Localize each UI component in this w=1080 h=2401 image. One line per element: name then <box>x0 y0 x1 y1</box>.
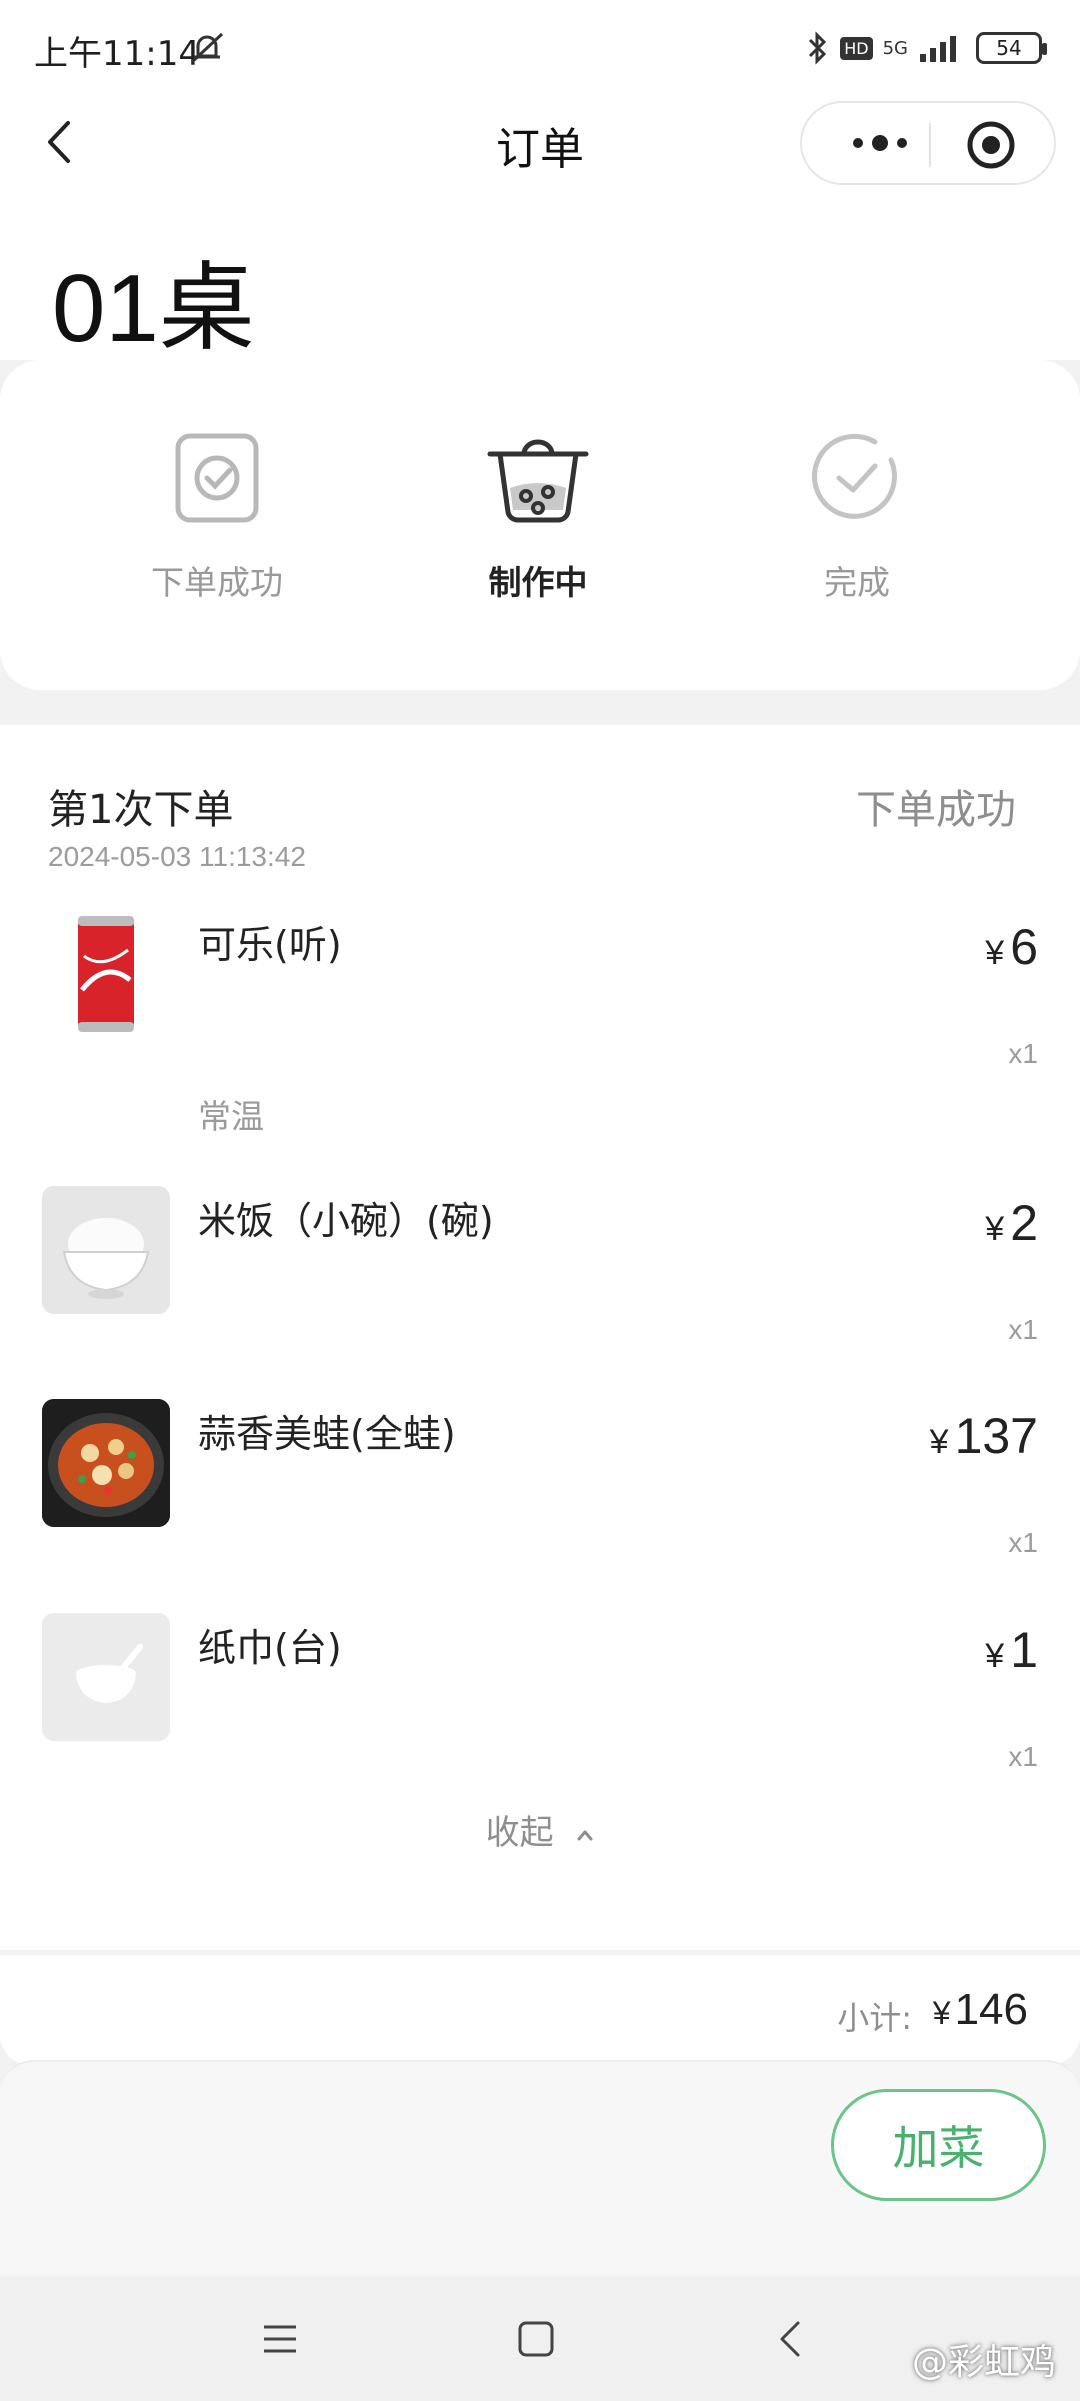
back-icon[interactable] <box>768 2315 816 2363</box>
item-quantity: x1 <box>1008 1527 1038 1558</box>
item-quantity: x1 <box>1008 1741 1038 1772</box>
item-quantity: x1 <box>1008 1314 1038 1345</box>
order-round-title: 第1次下单 <box>48 787 234 833</box>
item-price: ¥1 <box>985 1621 1038 1679</box>
bluetooth-icon <box>809 31 827 65</box>
item-price-value: 137 <box>954 1408 1038 1464</box>
subtotal-amount: ¥146 <box>933 1985 1028 2035</box>
garlic-frog-dish-image <box>42 1399 170 1527</box>
collapse-label: 收起 <box>485 1813 554 1853</box>
currency-symbol: ¥ <box>985 1637 1005 1675</box>
order-item[interactable]: 可乐(听) ¥6 x1 常温 <box>0 910 1080 1136</box>
order-check-icon <box>175 433 259 523</box>
complete-check-icon <box>812 433 897 519</box>
more-dots-icon[interactable] <box>838 121 922 165</box>
item-name: 可乐(听) <box>198 923 342 967</box>
mini-program-capsule <box>800 101 1056 185</box>
add-dish-button[interactable]: 加菜 <box>831 2089 1046 2201</box>
rice-bowl-image <box>42 1186 170 1314</box>
subtotal-label: 小计: <box>837 1999 912 2037</box>
status-icons: HD 5G 54 <box>806 28 1047 68</box>
item-price: ¥6 <box>985 918 1038 976</box>
step-complete-label: 完成 <box>824 563 890 602</box>
currency-symbol: ¥ <box>929 1423 949 1461</box>
table-name: 01桌 <box>52 255 255 362</box>
step-complete: 完成 <box>737 430 977 604</box>
subtotal-row: 小计: ¥146 <box>0 1955 1080 2065</box>
step-cooking-label: 制作中 <box>488 563 588 602</box>
hd-badge: HD <box>840 36 873 60</box>
step-ordered-label: 下单成功 <box>151 563 283 602</box>
item-price-value: 1 <box>1010 1622 1038 1678</box>
order-detail-card: 第1次下单 下单成功 2024-05-03 11:13:42 可乐(听) ¥6 … <box>0 725 1080 1950</box>
placeholder-dish-icon <box>42 1613 170 1741</box>
step-cooking: 制作中 <box>418 430 658 604</box>
currency-symbol: ¥ <box>985 1210 1005 1248</box>
signal-icon <box>920 36 956 62</box>
battery-level: 54 <box>996 36 1022 60</box>
bottom-action-bar: 加菜 <box>0 2060 1080 2275</box>
order-item[interactable]: 纸巾(台) ¥1 x1 <box>0 1613 1080 1803</box>
item-name: 蒜香美蛙(全蛙) <box>198 1412 456 1456</box>
cooking-pot-icon <box>487 439 589 523</box>
step-ordered: 下单成功 <box>97 430 337 604</box>
item-price-value: 2 <box>1010 1195 1038 1251</box>
item-price: ¥137 <box>930 1407 1038 1465</box>
cola-can-image <box>42 910 170 1038</box>
currency-symbol: ¥ <box>932 1995 951 2031</box>
order-item[interactable]: 米饭（小碗）(碗) ¥2 x1 <box>0 1186 1080 1376</box>
system-nav-bar: @彩虹鸡 <box>0 2275 1080 2401</box>
network-label: 5G <box>882 37 908 59</box>
order-status: 下单成功 <box>856 787 1016 833</box>
order-progress: 下单成功 制作中 完成 <box>0 360 1080 690</box>
order-timestamp: 2024-05-03 11:13:42 <box>48 841 306 872</box>
item-spec: 常温 <box>198 1097 264 1136</box>
collapse-toggle[interactable]: 收起 <box>0 1805 1080 1854</box>
item-price-value: 6 <box>1010 919 1038 975</box>
table-header: 01桌 <box>0 190 1080 362</box>
chevron-up-icon <box>577 1830 593 1840</box>
nav-bar: 订单 <box>0 95 1080 190</box>
capsule-divider <box>929 123 931 167</box>
home-icon[interactable] <box>512 2315 560 2363</box>
status-bar: 上午11:14 HD 5G 54 <box>0 0 1080 95</box>
status-time: 上午11:14 <box>34 34 200 74</box>
item-quantity: x1 <box>1008 1038 1038 1069</box>
mute-bell-icon <box>190 32 224 64</box>
close-target-icon[interactable] <box>965 119 1017 171</box>
currency-symbol: ¥ <box>985 934 1005 972</box>
subtotal-value: 146 <box>954 1985 1028 2034</box>
item-price: ¥2 <box>985 1194 1038 1252</box>
battery-icon: 54 <box>976 32 1047 64</box>
order-item[interactable]: 蒜香美蛙(全蛙) ¥137 x1 <box>0 1399 1080 1589</box>
item-name: 纸巾(台) <box>198 1626 342 1670</box>
watermark: @彩虹鸡 <box>911 2342 1056 2383</box>
menu-icon[interactable] <box>256 2315 304 2363</box>
item-name: 米饭（小碗）(碗) <box>198 1199 494 1243</box>
